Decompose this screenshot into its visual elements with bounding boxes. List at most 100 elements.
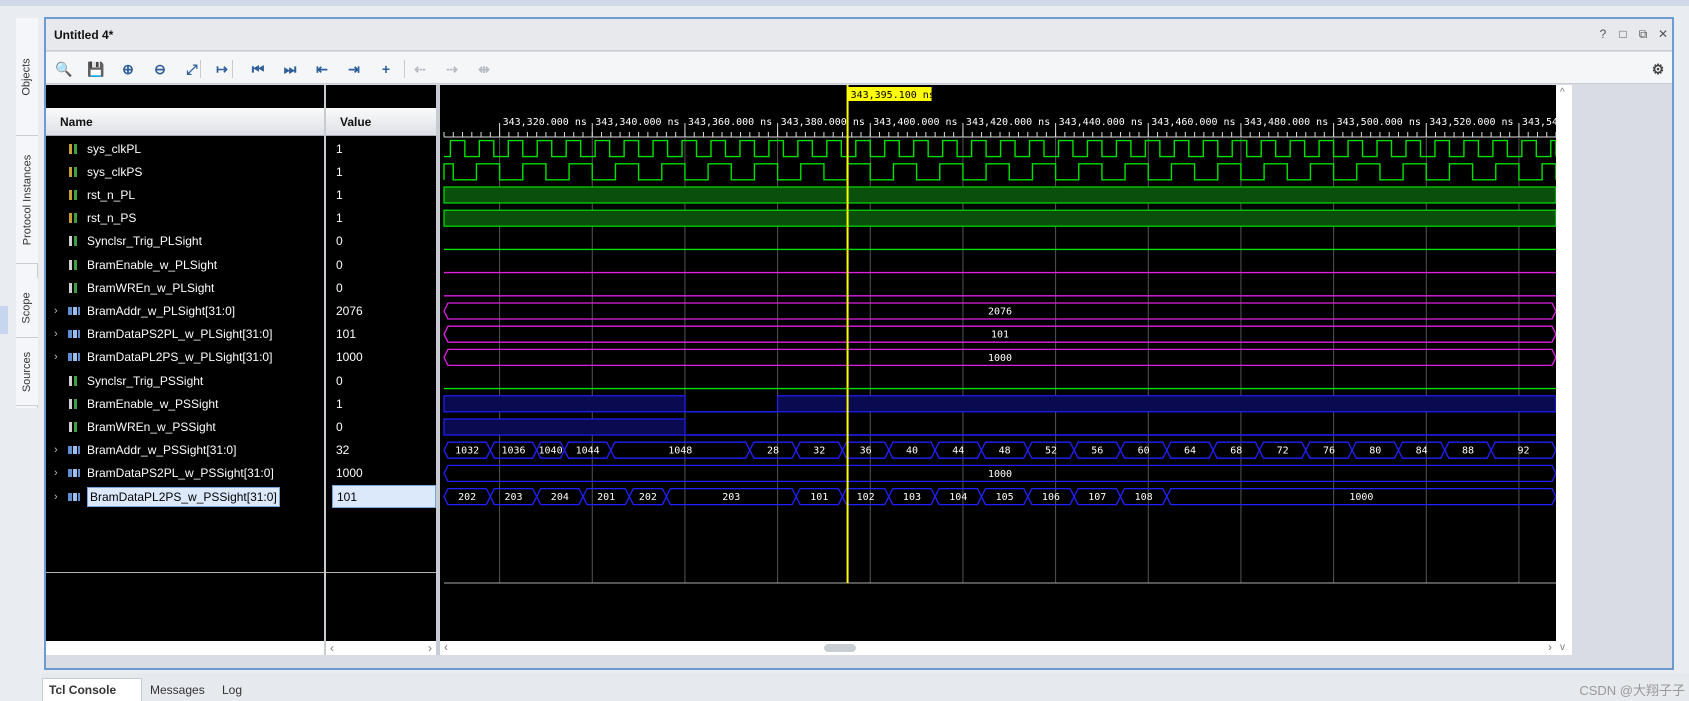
side-tab-sources[interactable]: Sources bbox=[16, 338, 38, 406]
go-to-cursor-icon[interactable]: ↦ bbox=[212, 59, 232, 79]
bus-value-label: 201 bbox=[597, 492, 615, 503]
close-icon[interactable]: ✕ bbox=[1656, 27, 1670, 41]
signal-row[interactable]: sys_clkPL bbox=[46, 137, 324, 160]
bus-value-label: 1044 bbox=[576, 446, 600, 457]
bus-value-label: 32 bbox=[813, 446, 825, 457]
wave-vscrollbar[interactable]: ^ v bbox=[1556, 85, 1572, 655]
ruler-tick-label: 343,460.000 ns bbox=[1151, 117, 1235, 128]
ruler-tick-label: 343,440.000 ns bbox=[1059, 117, 1143, 128]
signal-row[interactable]: › BramDataPS2PL_w_PSSight[31:0] bbox=[46, 462, 324, 485]
expand-chevron-icon[interactable]: › bbox=[54, 491, 64, 503]
waveform-canvas[interactable]: 343,320.000 ns 343,340.000 ns 343,360.000 … bbox=[440, 85, 1606, 641]
signal-value[interactable]: 1 bbox=[326, 207, 436, 230]
bus-value-label: 101 bbox=[810, 492, 828, 503]
signal-row[interactable]: › BramAddr_w_PLSight[31:0] bbox=[46, 299, 324, 322]
vivado-waveform-screen: Objects Protocol Instances Scope Sources… bbox=[0, 0, 1689, 701]
signal-row[interactable]: rst_n_PS bbox=[46, 207, 324, 230]
signal-row[interactable]: Synclsr_Trig_PSSight bbox=[46, 369, 324, 392]
ruler-tick-label: 343,320.000 ns bbox=[503, 117, 587, 128]
signal-row[interactable]: rst_n_PL bbox=[46, 183, 324, 206]
value-column-header[interactable]: Value bbox=[326, 108, 436, 136]
bus-signal-icon bbox=[67, 467, 81, 479]
cursor-label-band bbox=[440, 85, 1556, 107]
signal-value[interactable]: 0 bbox=[326, 276, 436, 299]
signal-row[interactable]: Synclsr_Trig_PLSight bbox=[46, 230, 324, 253]
float-icon[interactable]: ⧉ bbox=[1636, 27, 1650, 41]
ruler-tick-label: 343,400.000 ns bbox=[873, 117, 957, 128]
tab-tcl-console[interactable]: Tcl Console bbox=[42, 678, 142, 701]
scroll-right-arrow-icon[interactable]: › bbox=[428, 641, 432, 655]
bus-value-label: 44 bbox=[952, 446, 964, 457]
name-hscrollbar[interactable] bbox=[46, 641, 324, 655]
side-tab-protocol-instances[interactable]: Protocol Instances bbox=[16, 136, 38, 264]
settings-gear-icon[interactable]: ⚙ bbox=[1648, 59, 1668, 79]
wave-scroll-right-icon[interactable]: › bbox=[1548, 640, 1552, 654]
go-to-end-icon[interactable]: ⏭ bbox=[280, 59, 300, 79]
signal-value[interactable]: 0 bbox=[326, 253, 436, 276]
zoom-out-icon[interactable]: ⊖ bbox=[150, 59, 170, 79]
next-transition-icon[interactable]: ⇥ bbox=[344, 59, 364, 79]
name-column-header[interactable]: Name bbox=[46, 108, 324, 136]
signal-value[interactable]: 1000 bbox=[326, 346, 436, 369]
next-marker-icon[interactable]: ⇢ bbox=[442, 59, 462, 79]
signal-row[interactable]: › BramDataPL2PS_w_PSSight[31:0] bbox=[46, 485, 324, 508]
signal-value[interactable]: 1000 bbox=[326, 462, 436, 485]
search-icon[interactable]: 🔍 bbox=[54, 59, 74, 79]
signal-row[interactable]: BramWREn_w_PLSight bbox=[46, 276, 324, 299]
go-to-start-icon[interactable]: ⏮ bbox=[248, 59, 268, 79]
toolbar-separator bbox=[232, 60, 233, 78]
expand-chevron-icon[interactable]: › bbox=[54, 351, 64, 363]
expand-chevron-icon[interactable]: › bbox=[54, 444, 64, 456]
wave-scroll-down-icon[interactable]: v bbox=[1560, 642, 1565, 653]
signal-row[interactable]: BramWREn_w_PSSight bbox=[46, 415, 324, 438]
signal-name: rst_n_PS bbox=[87, 211, 137, 226]
expand-chevron-icon[interactable]: › bbox=[54, 467, 64, 479]
add-marker-icon[interactable]: + bbox=[376, 59, 396, 79]
value-panel-divider bbox=[326, 572, 436, 573]
expand-chevron-icon[interactable]: › bbox=[54, 305, 64, 317]
maximize-icon[interactable]: □ bbox=[1616, 27, 1630, 41]
signal-value[interactable]: 1 bbox=[326, 392, 436, 415]
signal-row[interactable]: › BramAddr_w_PSSight[31:0] bbox=[46, 439, 324, 462]
bus-value-label: 28 bbox=[767, 446, 779, 457]
bus-value-label: 102 bbox=[857, 492, 875, 503]
previous-transition-icon[interactable]: ⇤ bbox=[312, 59, 332, 79]
signal-value[interactable]: 0 bbox=[326, 230, 436, 253]
wave-scroll-up-icon[interactable]: ^ bbox=[1560, 87, 1565, 98]
value-hscrollbar[interactable]: ‹ › bbox=[326, 641, 436, 655]
waveform-panel[interactable]: 343,320.000 ns 343,340.000 ns 343,360.000 … bbox=[440, 85, 1606, 641]
signal-value[interactable]: 101 bbox=[332, 485, 436, 508]
wave-scroll-thumb[interactable] bbox=[824, 644, 856, 652]
signal-value[interactable]: 32 bbox=[326, 439, 436, 462]
tab-log[interactable]: Log bbox=[216, 678, 256, 701]
signal-row[interactable]: sys_clkPS bbox=[46, 160, 324, 183]
side-tab-scope[interactable]: Scope bbox=[16, 278, 38, 338]
wave-hscrollbar[interactable]: ‹ › bbox=[440, 640, 1556, 655]
save-icon[interactable]: 💾 bbox=[86, 59, 106, 79]
expand-chevron-icon[interactable]: › bbox=[54, 328, 64, 340]
signal-row[interactable]: › BramDataPL2PS_w_PLSight[31:0] bbox=[46, 346, 324, 369]
signal-value[interactable]: 1 bbox=[326, 160, 436, 183]
signal-value[interactable]: 1 bbox=[326, 183, 436, 206]
previous-marker-icon[interactable]: ⇠ bbox=[410, 59, 430, 79]
signal-value[interactable]: 2076 bbox=[326, 299, 436, 322]
wave-scroll-left-icon[interactable]: ‹ bbox=[444, 640, 448, 654]
signal-value[interactable]: 101 bbox=[326, 323, 436, 346]
signal-value[interactable]: 1 bbox=[326, 137, 436, 160]
ruler-tick-label: 343,380.000 ns bbox=[781, 117, 865, 128]
zoom-fit-icon[interactable]: ⤢ bbox=[182, 59, 202, 79]
scroll-left-arrow-icon[interactable]: ‹ bbox=[330, 641, 334, 655]
tab-messages[interactable]: Messages bbox=[144, 678, 214, 701]
side-tab-protocol-label: Protocol Instances bbox=[21, 154, 33, 245]
signal-row[interactable]: › BramDataPS2PL_w_PLSight[31:0] bbox=[46, 323, 324, 346]
help-icon[interactable]: ? bbox=[1596, 27, 1610, 41]
side-tab-objects[interactable]: Objects bbox=[16, 18, 38, 136]
zoom-in-icon[interactable]: ⊕ bbox=[118, 59, 138, 79]
ruler-tick-label: 343,520.000 ns bbox=[1429, 117, 1513, 128]
bus-value-label: 107 bbox=[1088, 492, 1106, 503]
signal-value[interactable]: 0 bbox=[326, 369, 436, 392]
signal-row[interactable]: BramEnable_w_PLSight bbox=[46, 253, 324, 276]
signal-row[interactable]: BramEnable_w_PSSight bbox=[46, 392, 324, 415]
signal-value[interactable]: 0 bbox=[326, 415, 436, 438]
swap-cursors-icon[interactable]: ⇹ bbox=[474, 59, 494, 79]
